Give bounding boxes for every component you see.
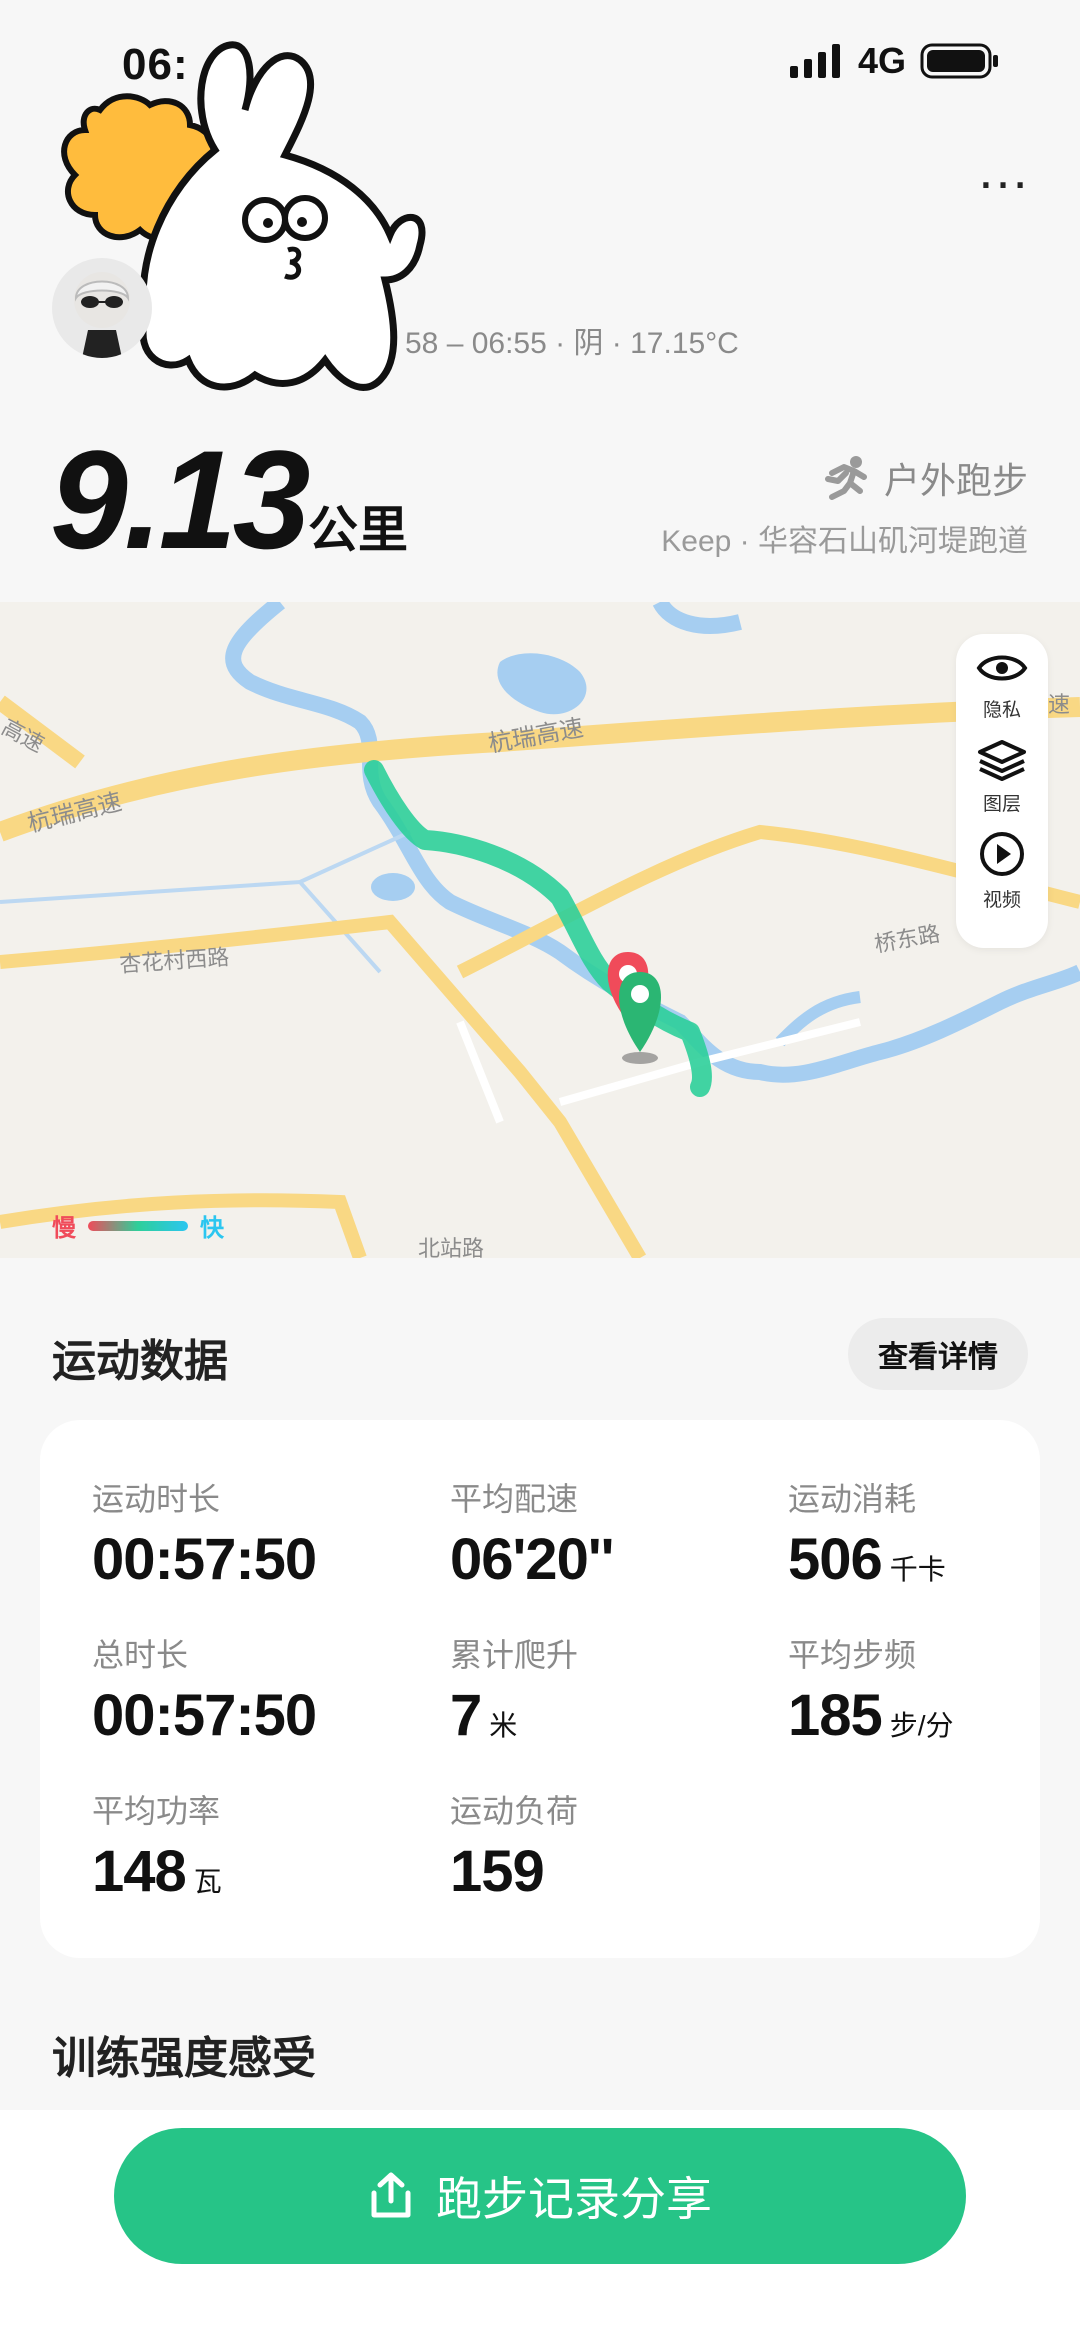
start-marker-icon [619,972,661,1064]
road-label: 桥东路 [873,921,942,957]
more-icon[interactable]: … [976,143,1032,197]
stats-card: 运动时长 00:57:50 平均配速 06'20'' 运动消耗 506 千卡 总时… [40,1420,1040,1958]
legend-slow: 慢 [52,1215,76,1242]
road-label: 杭瑞高速 [486,715,585,758]
share-label: 跑步记录分享 [436,2173,712,2225]
stat-avg-power: 平均功率 148 瓦 [92,1793,222,1904]
activity-meta: 58 – 06:55 · 阴 · 17.15°C [405,327,739,360]
avatar-image [74,272,130,358]
view-details-button[interactable]: 查看详情 [848,1318,1028,1390]
stat-calories: 运动消耗 506 千卡 [788,1481,946,1592]
stat-avg-pace: 平均配速 06'20'' [450,1481,614,1592]
stat-total-duration: 总时长 00:57:50 [92,1637,317,1748]
distance-unit: 公里 [308,502,408,558]
legend-fast: 快 [200,1215,224,1242]
signal-icon [789,44,840,78]
speed-legend: 慢 快 [52,1208,224,1243]
stat-duration: 运动时长 00:57:50 [92,1481,317,1592]
status-indicators: 4G [788,40,1000,82]
layers-icon [978,740,1026,781]
stat-cadence: 平均步频 185 步/分 [788,1637,954,1748]
stat-training-load: 运动负荷 159 [450,1793,579,1904]
distance-value: 9.13 [50,421,310,578]
video-label: 视频 [982,890,1021,911]
sport-type-label: 户外跑步 [883,460,1028,501]
privacy-label: 隐私 [982,700,1021,721]
share-run-button[interactable]: 跑步记录分享 [114,2128,966,2264]
share-icon [371,2172,411,2218]
video-tool[interactable]: 视频 [956,830,1048,912]
battery-icon [920,43,998,79]
eye-icon [976,655,1028,681]
route-map[interactable]: 杭瑞高速 杭瑞高速 高速 速 杏花村西路 桥东路 北站路 [0,602,1080,1258]
runner-icon [824,456,867,500]
play-icon [980,832,1024,876]
route-name: Keep · 华容石山矶河堤跑道 [661,525,1028,558]
sport-type: 户外跑步 [822,452,1028,504]
map-canvas: 杭瑞高速 杭瑞高速 高速 速 杏花村西路 桥东路 北站路 [0,602,1080,1258]
avatar[interactable] [52,258,152,358]
legend-gradient [88,1220,188,1231]
road-label: 杭瑞高速 [25,788,125,837]
layers-tool[interactable]: 图层 [956,738,1048,816]
training-intensity-title: 训练强度感受 [52,2034,316,2083]
sport-data-title: 运动数据 [52,1337,228,1386]
privacy-tool[interactable]: 隐私 [956,648,1048,722]
map-tools: 隐私 图层 视频 [956,634,1048,948]
road-label: 速 [1048,692,1070,717]
stat-elevation-gain: 累计爬升 7米 [450,1637,579,1748]
road-label: 北站路 [418,1236,484,1258]
layers-label: 图层 [982,794,1021,815]
network-type: 4G [857,40,906,81]
